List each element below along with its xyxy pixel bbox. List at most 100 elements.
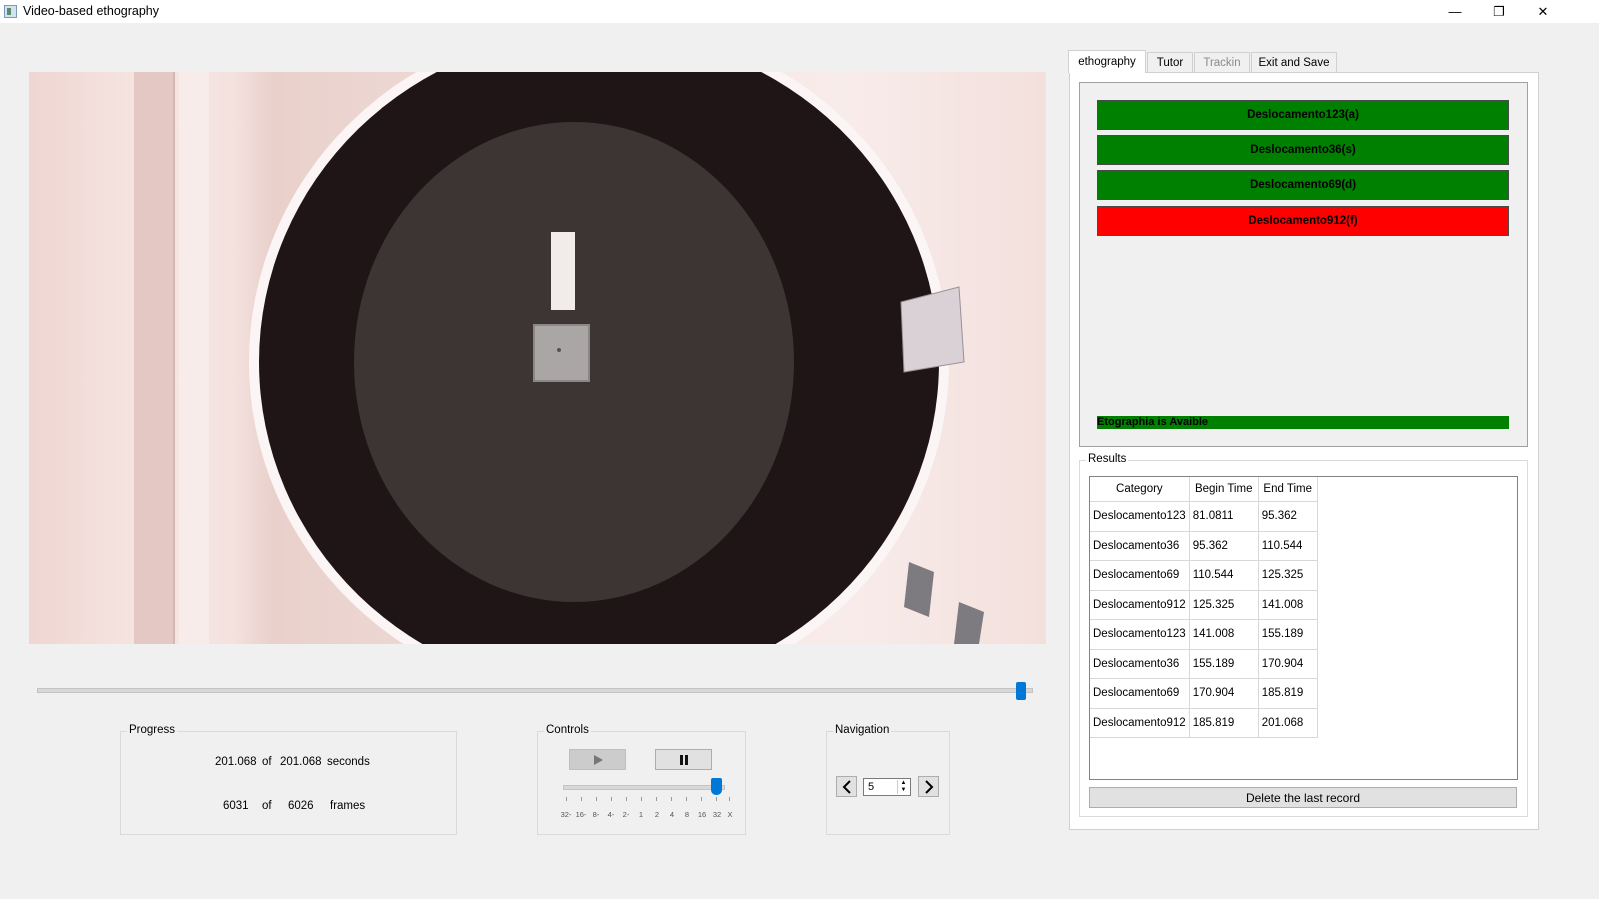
cell-end[interactable]: 185.819 [1258,678,1318,709]
category-button-deslocamento36[interactable]: Deslocamento36(s) [1097,135,1509,165]
play-button[interactable] [569,749,626,770]
table-row[interactable]: Deslocamento912 125.325 141.008 [1090,590,1318,620]
app-icon [4,5,17,18]
cell-end[interactable]: 95.362 [1258,501,1318,532]
seconds-label: seconds [327,756,370,768]
speed-tick [626,797,627,801]
speed-label: 2 [654,810,660,819]
column-header-category[interactable]: Category [1090,477,1190,502]
tab-exit-and-save[interactable]: Exit and Save [1251,52,1337,72]
category-button-deslocamento912[interactable]: Deslocamento912(f) [1097,206,1509,236]
speed-tick [566,797,567,801]
of-label: of [262,756,272,768]
cell-begin[interactable]: 185.819 [1189,708,1259,738]
speed-tick [611,797,612,801]
cell-end[interactable]: 201.068 [1258,708,1318,738]
table-row[interactable]: Deslocamento123 141.008 155.189 [1090,619,1318,650]
speed-tick [686,797,687,801]
speed-tick [656,797,657,801]
table-row[interactable]: Deslocamento36 155.189 170.904 [1090,649,1318,679]
table-row[interactable]: Deslocamento36 95.362 110.544 [1090,531,1318,561]
speed-tick [716,797,717,801]
of-label: of [262,800,272,812]
cell-begin[interactable]: 95.362 [1189,531,1259,561]
cell-begin[interactable]: 81.0811 [1189,501,1259,532]
cell-category[interactable]: Deslocamento36 [1090,649,1190,679]
speed-label: 16 [697,810,707,819]
results-title: Results [1086,453,1129,465]
category-button-deslocamento123[interactable]: Deslocamento123(a) [1097,100,1509,130]
cell-end[interactable]: 110.544 [1258,531,1318,561]
step-spinbox[interactable]: 5 ▲ ▼ [863,778,911,796]
tab-ethography[interactable]: ethography [1068,50,1146,73]
speed-label: 4- [607,810,615,819]
speed-tick [671,797,672,801]
restore-button[interactable]: ❐ [1476,0,1522,23]
previous-button[interactable] [836,776,857,797]
minimize-icon: — [1448,4,1462,19]
cell-begin[interactable]: 125.325 [1189,590,1259,620]
speed-label: X [727,810,733,819]
speed-label: 1 [638,810,644,819]
close-button[interactable]: ✕ [1520,0,1566,23]
seek-slider-track[interactable] [37,688,1033,693]
chevron-left-icon [842,779,851,794]
cell-end[interactable]: 125.325 [1258,560,1318,591]
cell-begin[interactable]: 141.008 [1189,619,1259,650]
cell-category[interactable]: Deslocamento69 [1090,560,1190,591]
table-row[interactable]: Deslocamento69 110.544 125.325 [1090,560,1318,591]
cell-begin[interactable]: 155.189 [1189,649,1259,679]
cell-category[interactable]: Deslocamento69 [1090,678,1190,709]
delete-last-record-button[interactable]: Delete the last record [1089,787,1517,808]
table-header-row: Category Begin Time End Time [1090,477,1318,502]
speed-label: 2- [622,810,630,819]
minimize-button[interactable]: — [1432,0,1478,23]
tab-tutor[interactable]: Tutor [1147,52,1193,72]
seek-slider-handle[interactable] [1016,682,1027,700]
total-frames: 6026 [288,800,314,812]
cell-end[interactable]: 170.904 [1258,649,1318,679]
pause-button[interactable] [655,749,712,770]
category-button-deslocamento69[interactable]: Deslocamento69(d) [1097,170,1509,200]
cell-category[interactable]: Deslocamento912 [1090,590,1190,620]
cell-end[interactable]: 155.189 [1258,619,1318,650]
controls-title: Controls [544,724,591,736]
speed-tick [729,797,730,801]
tab-trackin[interactable]: Trackin [1194,52,1250,72]
progress-group: Progress [120,724,457,835]
cell-begin[interactable]: 170.904 [1189,678,1259,709]
pause-icon [679,754,688,765]
cell-category[interactable]: Deslocamento36 [1090,531,1190,561]
column-header-end-time[interactable]: End Time [1258,477,1318,502]
cell-category[interactable]: Deslocamento123 [1090,501,1190,532]
cell-end[interactable]: 141.008 [1258,590,1318,620]
cell-category[interactable]: Deslocamento123 [1090,619,1190,650]
speed-tick [581,797,582,801]
table-row[interactable]: Deslocamento69 170.904 185.819 [1090,678,1318,709]
window-title: Video-based ethography [23,4,159,18]
speed-slider-track[interactable] [563,785,725,790]
next-button[interactable] [918,776,939,797]
ethography-status: Etographia is Avaible [1097,416,1509,429]
column-header-begin-time[interactable]: Begin Time [1189,477,1259,502]
table-row[interactable]: Deslocamento912 185.819 201.068 [1090,708,1318,738]
total-seconds: 201.068 [280,756,322,768]
close-icon: ✕ [1537,3,1549,19]
speed-tick [641,797,642,801]
cell-begin[interactable]: 110.544 [1189,560,1259,591]
current-seconds: 201.068 [215,756,257,768]
speed-label: 32- [560,810,572,819]
restore-icon: ❐ [1493,3,1505,19]
title-bar [0,0,1599,23]
table-row[interactable]: Deslocamento123 81.0811 95.362 [1090,501,1318,532]
arena-video-image [134,72,984,644]
step-value: 5 [868,781,875,793]
cell-category[interactable]: Deslocamento912 [1090,708,1190,738]
navigation-title: Navigation [833,724,892,736]
speed-slider-handle[interactable] [711,778,722,795]
video-frame[interactable] [29,72,1046,644]
spin-arrows-icon[interactable]: ▲ ▼ [897,780,909,794]
speed-label: 32 [712,810,722,819]
chevron-right-icon [924,779,933,794]
current-frame: 6031 [223,800,249,812]
